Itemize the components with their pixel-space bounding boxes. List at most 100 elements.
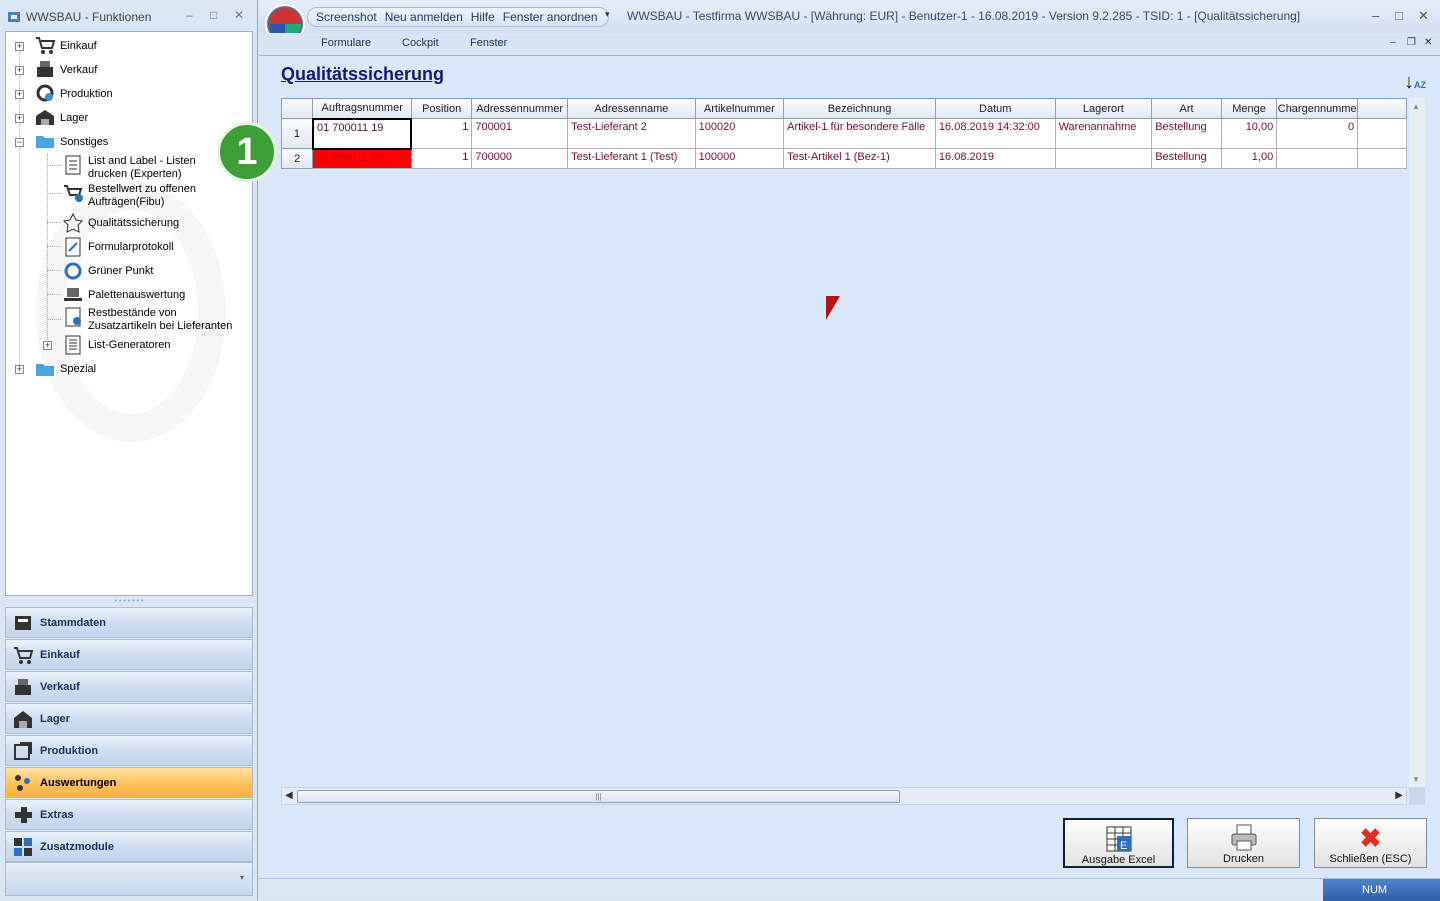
cell-auftragsnummer[interactable]: 02 700011 19 (312, 148, 412, 169)
mdi-minimize-icon[interactable]: – (1390, 37, 1396, 48)
expand-icon[interactable]: + (15, 66, 24, 75)
close-icon[interactable]: ✕ (234, 8, 244, 22)
cell-empty[interactable] (1357, 148, 1407, 169)
splitter-grip[interactable]: • • • • • • • (5, 598, 253, 606)
neu-anmelden-button[interactable]: Neu anmelden (385, 10, 463, 24)
expand-icon[interactable]: + (15, 365, 24, 374)
column-header[interactable]: Lagerort (1054, 98, 1153, 119)
tree-item-verkauf[interactable]: Verkauf (34, 59, 97, 79)
cell-adressenname[interactable]: Test-Lieferant 1 (Test) (567, 148, 696, 169)
cell-artikelnummer[interactable]: 100020 (694, 118, 785, 149)
scrollbar-thumb[interactable]: ||| (297, 790, 900, 803)
cell-menge[interactable]: 1,00 (1220, 148, 1278, 169)
cell-bezeichnung[interactable]: Artikel-1 für besondere Fälle (783, 118, 936, 149)
maximize-icon[interactable]: □ (210, 8, 217, 22)
column-header-empty[interactable] (1357, 98, 1407, 119)
minimize-icon[interactable]: – (1372, 8, 1379, 23)
tree-item-einkauf[interactable]: Einkauf (34, 35, 97, 55)
column-header[interactable]: Adressenname (567, 98, 696, 119)
cell-datum[interactable]: 16.08.2019 (934, 148, 1056, 169)
hilfe-button[interactable]: Hilfe (471, 10, 495, 24)
menu-formulare[interactable]: Formulare (321, 37, 371, 49)
cell-adressennummer[interactable]: 700000 (471, 148, 569, 169)
expand-icon[interactable]: + (15, 42, 24, 51)
column-header[interactable]: Bezeichnung (783, 98, 936, 119)
tree-item-spezial[interactable]: Spezial (34, 359, 96, 379)
cell-position[interactable]: 1 (410, 118, 473, 149)
tree-item-qualitaetssicherung[interactable]: Qualitätssicherung (62, 212, 179, 233)
maximize-icon[interactable]: □ (1395, 8, 1403, 23)
cell-art[interactable]: Bestellung (1151, 148, 1222, 169)
cell-adressennummer[interactable]: 700001 (471, 118, 569, 149)
scroll-down-icon[interactable]: ▼ (1412, 775, 1420, 784)
close-icon[interactable]: ✕ (1418, 8, 1429, 24)
chevron-down-icon[interactable]: ▾ (240, 873, 244, 882)
nav-zusatzmodule[interactable]: Zusatzmodule (5, 831, 253, 862)
schliessen-button[interactable]: ✖ Schließen (ESC) (1314, 818, 1427, 868)
column-header[interactable]: Datum (934, 98, 1056, 119)
expand-icon[interactable]: + (43, 341, 52, 350)
scroll-left-icon[interactable]: ◀ (285, 790, 293, 801)
column-header[interactable]: Menge (1220, 98, 1278, 119)
collapse-icon[interactable]: − (15, 138, 24, 147)
tree-item-list-generatoren[interactable]: List-Generatoren (62, 335, 171, 355)
row-number[interactable]: 2 (281, 148, 314, 169)
nav-extras[interactable]: Extras (5, 799, 253, 830)
nav-stammdaten[interactable]: Stammdaten (5, 607, 253, 638)
menu-cockpit[interactable]: Cockpit (402, 37, 439, 49)
menu-fenster[interactable]: Fenster (470, 37, 507, 49)
column-header[interactable]: Position (410, 98, 473, 119)
cell-art[interactable]: Bestellung (1151, 118, 1222, 149)
cell-chargennummer[interactable]: 0 (1276, 118, 1359, 149)
drucken-button[interactable]: Drucken (1187, 818, 1300, 868)
cell-lagerort[interactable]: Warenannahme (1054, 118, 1153, 149)
cell-chargennummer[interactable] (1276, 148, 1359, 169)
column-header[interactable]: Adressennummer (471, 98, 569, 119)
tree-item-bestellwert[interactable]: Bestellwert zu offenen Aufträgen(Fibu) (62, 183, 196, 209)
ausgabe-excel-button[interactable]: E Ausgabe Excel (1063, 818, 1174, 868)
cell-menge[interactable]: 10,00 (1220, 118, 1278, 149)
expand-icon[interactable]: + (15, 114, 24, 123)
nav-lager[interactable]: Lager (5, 703, 253, 734)
scroll-up-icon[interactable]: ▲ (1412, 102, 1420, 111)
nav-einkauf[interactable]: Einkauf (5, 639, 253, 670)
table-row[interactable]: 1 01 700011 19 1 700001 Test-Lieferant 2… (281, 117, 1407, 150)
nav-produktion[interactable]: Produktion (5, 735, 253, 766)
row-number[interactable]: 1 (281, 118, 314, 149)
cell-bezeichnung[interactable]: Test-Artikel 1 (Bez-1) (783, 148, 936, 169)
column-header[interactable]: Auftragsnummer (312, 98, 412, 119)
tree-item-restbestaende[interactable]: Restbestände von Zusatzartikeln bei Liefe… (62, 307, 232, 333)
sort-az-icon[interactable]: ↓AZ (1404, 70, 1428, 94)
cell-position[interactable]: 1 (410, 148, 473, 169)
tree-item-gruener-punkt[interactable]: Grüner Punkt (62, 261, 153, 281)
vertical-scrollbar[interactable]: ▲ ▼ (1409, 98, 1425, 788)
cell-empty[interactable] (1357, 118, 1407, 149)
nav-overflow[interactable]: ▾ (5, 862, 253, 896)
minimize-icon[interactable]: – (186, 8, 193, 22)
nav-auswertungen[interactable]: Auswertungen (5, 767, 253, 798)
screenshot-button[interactable]: Screenshot (316, 10, 377, 24)
column-header[interactable]: Art (1151, 98, 1222, 119)
table-row[interactable]: 2 02 700011 19 1 700000 Test-Lieferant 1… (281, 148, 1407, 169)
column-header[interactable]: Chargennumme (1276, 98, 1359, 119)
cell-artikelnummer[interactable]: 100000 (694, 148, 785, 169)
tree-item-formularprotokoll[interactable]: Formularprotokoll (62, 237, 174, 257)
tree-item-lager[interactable]: Lager (34, 107, 88, 127)
cell-datum[interactable]: 16.08.2019 14:32:00 (934, 118, 1056, 149)
column-header[interactable]: Artikelnummer (694, 98, 785, 119)
nav-verkauf[interactable]: Verkauf (5, 671, 253, 702)
cell-lagerort[interactable] (1054, 148, 1153, 169)
row-header-corner[interactable] (281, 98, 314, 119)
mdi-close-icon[interactable]: ✕ (1424, 37, 1432, 48)
cell-adressenname[interactable]: Test-Lieferant 2 (567, 118, 696, 149)
scroll-right-icon[interactable]: ▶ (1395, 790, 1403, 801)
horizontal-scrollbar[interactable]: ◀ ||| ▶ (281, 787, 1407, 805)
tree-item-produktion[interactable]: Produktion (34, 83, 113, 103)
tree-item-paletten[interactable]: Palettenauswertung (62, 285, 185, 305)
fenster-anordnen-button[interactable]: Fenster anordnen (503, 10, 598, 24)
cell-auftragsnummer[interactable]: 01 700011 19 (311, 117, 413, 150)
tree-item-list-label[interactable]: List and Label - Listen drucken (Experten… (62, 155, 196, 181)
expand-icon[interactable]: + (15, 90, 24, 99)
mdi-restore-icon[interactable]: ❐ (1407, 37, 1416, 48)
customize-qat-icon[interactable]: ▾ (605, 9, 610, 20)
